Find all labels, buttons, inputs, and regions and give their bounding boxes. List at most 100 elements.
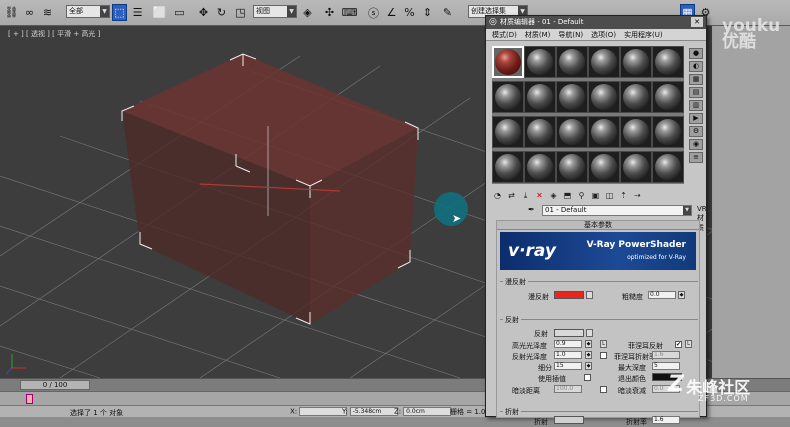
sample-slot[interactable]: [556, 116, 588, 148]
make-preview-icon[interactable]: ▶: [689, 113, 703, 124]
material-name-field[interactable]: 01 - Default ▼: [542, 205, 692, 216]
subdivs-spinner[interactable]: ◆: [585, 362, 592, 370]
dim-distance-input[interactable]: 100.0: [554, 385, 582, 393]
put-to-library-icon[interactable]: ⬒: [562, 190, 573, 201]
go-forward-sibling-icon[interactable]: ⇢: [632, 190, 643, 201]
menu-mode[interactable]: 模式(D): [492, 29, 517, 40]
sample-slot[interactable]: [652, 151, 684, 183]
fresnel-checkbox[interactable]: ✔: [675, 341, 682, 348]
bind-spacewarp-icon[interactable]: ≋: [40, 4, 55, 21]
material-id-icon[interactable]: ⚲: [576, 190, 587, 201]
dim-distance-checkbox[interactable]: [600, 386, 607, 393]
frame-counter[interactable]: 0 / 100: [20, 380, 90, 390]
menu-utilities[interactable]: 实用程序(U): [624, 29, 663, 40]
window-crossing-icon[interactable]: ▭: [172, 4, 187, 21]
hilight-gloss-spinner[interactable]: ◆: [585, 340, 592, 348]
y-coordinate[interactable]: Y: -5.348cm: [342, 407, 398, 416]
z-value[interactable]: 0.0cm: [403, 407, 452, 416]
refl-gloss-map-checkbox[interactable]: [600, 352, 607, 359]
show-end-result-icon[interactable]: ◫: [604, 190, 615, 201]
sample-slot[interactable]: [524, 46, 556, 78]
sample-slot[interactable]: [620, 81, 652, 113]
unlink-icon[interactable]: ∞: [22, 4, 37, 21]
reference-coord-dropdown[interactable]: 视图 ▼: [253, 5, 297, 18]
close-icon[interactable]: ✕: [691, 17, 703, 27]
hilight-lock-button[interactable]: L: [600, 340, 607, 348]
select-by-material-icon[interactable]: ◉: [689, 139, 703, 150]
percent-snap-icon[interactable]: %: [402, 4, 417, 21]
sample-slot[interactable]: [620, 46, 652, 78]
named-selection-edit-icon[interactable]: ✎: [440, 4, 455, 21]
sample-slot[interactable]: [492, 151, 524, 183]
use-interp-checkbox[interactable]: [584, 374, 591, 381]
sample-slot[interactable]: [492, 116, 524, 148]
fresnel-ior-input[interactable]: 1.6: [652, 351, 680, 359]
reset-map-icon[interactable]: ✕: [534, 190, 545, 201]
sample-slot[interactable]: [524, 81, 556, 113]
roughness-spinner[interactable]: ◆: [678, 291, 685, 299]
sample-slot[interactable]: [588, 46, 620, 78]
video-check-icon[interactable]: ▥: [689, 100, 703, 111]
select-by-name-icon[interactable]: ☰: [130, 4, 145, 21]
diffuse-color-swatch[interactable]: [554, 291, 584, 299]
refract-color-swatch[interactable]: [554, 416, 584, 424]
snaps-toggle-icon[interactable]: ⓢ: [366, 4, 381, 21]
menu-options[interactable]: 选项(O): [591, 29, 616, 40]
material-navigator-icon[interactable]: ≡: [689, 152, 703, 163]
refl-gloss-input[interactable]: 1.0: [554, 351, 582, 359]
command-panel[interactable]: [712, 26, 790, 378]
sample-slot[interactable]: [652, 116, 684, 148]
select-object-icon[interactable]: ⬚: [112, 4, 127, 21]
get-material-icon[interactable]: ◔: [492, 190, 503, 201]
move-icon[interactable]: ✥: [196, 4, 211, 21]
x-coordinate[interactable]: X:: [290, 407, 348, 416]
uv-tiling-icon[interactable]: ▤: [689, 87, 703, 98]
menu-material[interactable]: 材质(M): [525, 29, 551, 40]
sample-slot[interactable]: [588, 81, 620, 113]
y-value[interactable]: -5.348cm: [349, 407, 398, 416]
rotate-icon[interactable]: ↻: [214, 4, 229, 21]
refl-gloss-spinner[interactable]: ◆: [585, 351, 592, 359]
backlight-icon[interactable]: ◐: [689, 61, 703, 72]
keyboard-shortcut-icon[interactable]: ⌨: [342, 4, 358, 21]
sample-slot[interactable]: [620, 151, 652, 183]
fresnel-lock-button[interactable]: L: [685, 340, 692, 348]
rollout-header[interactable]: 基本参数: [497, 221, 699, 230]
show-map-icon[interactable]: ▣: [590, 190, 601, 201]
reflect-map-button[interactable]: [586, 329, 593, 337]
reflect-color-swatch[interactable]: [554, 329, 584, 337]
sample-slot[interactable]: [524, 151, 556, 183]
sample-slot[interactable]: [524, 116, 556, 148]
sample-slot[interactable]: [556, 46, 588, 78]
box-object[interactable]: [121, 53, 419, 325]
sample-slot[interactable]: [588, 151, 620, 183]
selection-filter-dropdown[interactable]: 全部 ▼: [66, 5, 110, 18]
spinner-snap-icon[interactable]: ⇕: [420, 4, 435, 21]
options-icon[interactable]: ⚙: [689, 126, 703, 137]
x-value[interactable]: [299, 407, 348, 416]
sample-slot[interactable]: [588, 116, 620, 148]
sample-slot[interactable]: [652, 81, 684, 113]
assign-to-selection-icon[interactable]: ⤓: [520, 190, 531, 201]
max-depth-input[interactable]: 5: [652, 362, 680, 370]
sample-slot[interactable]: [492, 81, 524, 113]
sample-slot[interactable]: [556, 81, 588, 113]
diffuse-map-button[interactable]: [586, 291, 593, 299]
link-icon[interactable]: ⛓: [4, 4, 19, 21]
eyedropper-icon[interactable]: ✒: [528, 205, 535, 214]
material-editor-window[interactable]: ◎ 材质编辑器 - 01 - Default ✕ 模式(D) 材质(M) 导航(…: [485, 15, 707, 426]
rect-region-icon[interactable]: ⬜: [152, 4, 167, 21]
time-marker[interactable]: [26, 394, 33, 404]
sample-slot[interactable]: [652, 46, 684, 78]
ior-input[interactable]: 1.6: [652, 416, 680, 424]
roughness-input[interactable]: 0.0: [648, 291, 676, 299]
background-icon[interactable]: ▦: [689, 74, 703, 85]
sample-slot[interactable]: [620, 116, 652, 148]
sample-type-icon[interactable]: ●: [689, 48, 703, 59]
make-unique-icon[interactable]: ◈: [548, 190, 559, 201]
scale-icon[interactable]: ◳: [233, 4, 248, 21]
select-manipulate-icon[interactable]: ✣: [322, 4, 337, 21]
sample-slot-selected[interactable]: [492, 46, 524, 78]
hilight-gloss-input[interactable]: 0.9: [554, 340, 582, 348]
menu-navigation[interactable]: 导航(N): [558, 29, 583, 40]
